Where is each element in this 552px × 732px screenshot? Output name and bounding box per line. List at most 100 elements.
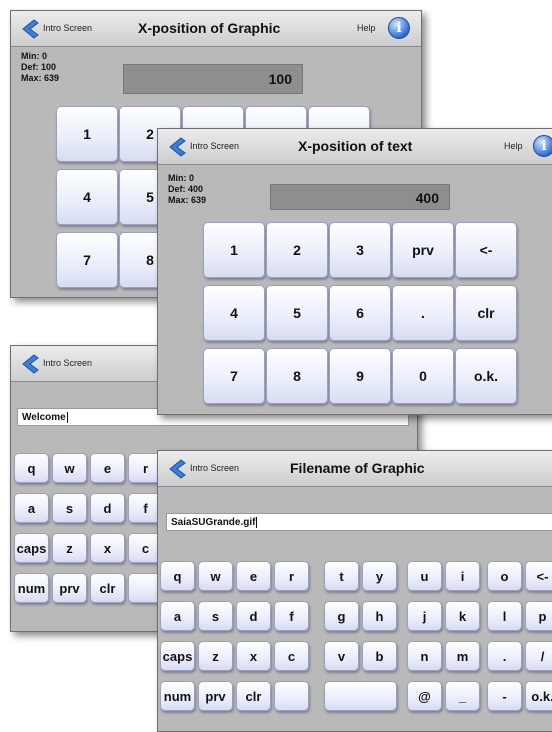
- value-display: 400: [270, 184, 450, 210]
- key-a[interactable]: a: [160, 601, 195, 631]
- key-minus[interactable]: -: [487, 681, 522, 711]
- key-x[interactable]: x: [90, 533, 125, 563]
- key-l[interactable]: l: [487, 601, 522, 631]
- page-title: X-position of text: [298, 138, 413, 154]
- key-f[interactable]: f: [274, 601, 309, 631]
- key-e[interactable]: e: [90, 453, 125, 483]
- key-1[interactable]: 1: [203, 222, 265, 278]
- key-prv[interactable]: prv: [392, 222, 454, 278]
- key-z[interactable]: z: [198, 641, 233, 671]
- text-caret: [256, 516, 258, 528]
- key-caps[interactable]: caps: [160, 641, 195, 671]
- key-9[interactable]: 9: [329, 348, 391, 404]
- window-x-position-text: Intro Screen X-position of text Help i M…: [157, 128, 552, 415]
- key-underscore[interactable]: _: [445, 681, 480, 711]
- key-w[interactable]: w: [198, 561, 233, 591]
- back-arrow-icon[interactable]: [166, 459, 188, 479]
- help-label[interactable]: Help: [504, 141, 523, 151]
- key-z[interactable]: z: [52, 533, 87, 563]
- key-blank[interactable]: [274, 681, 309, 711]
- key-5[interactable]: 5: [266, 285, 328, 341]
- key-s[interactable]: s: [52, 493, 87, 523]
- window-filename-graphic: Intro Screen Filename of Graphic SaiaSUG…: [157, 450, 552, 732]
- back-arrow-icon[interactable]: [19, 354, 41, 374]
- key-q[interactable]: q: [14, 453, 49, 483]
- key-s[interactable]: s: [198, 601, 233, 631]
- key-t[interactable]: t: [324, 561, 359, 591]
- key-b[interactable]: b: [362, 641, 397, 671]
- key-prv[interactable]: prv: [198, 681, 233, 711]
- key-7[interactable]: 7: [56, 232, 118, 288]
- key-dot[interactable]: .: [392, 285, 454, 341]
- def-label: Def: 100: [21, 62, 57, 72]
- key-ok[interactable]: o.k.: [525, 681, 552, 711]
- key-n[interactable]: n: [407, 641, 442, 671]
- key-8[interactable]: 8: [266, 348, 328, 404]
- key-g[interactable]: g: [324, 601, 359, 631]
- info-icon[interactable]: i: [388, 17, 410, 39]
- key-slash[interactable]: /: [525, 641, 552, 671]
- key-a[interactable]: a: [14, 493, 49, 523]
- key-caps[interactable]: caps: [14, 533, 49, 563]
- def-label: Def: 400: [168, 184, 204, 194]
- key-6[interactable]: 6: [329, 285, 391, 341]
- key-k[interactable]: k: [445, 601, 480, 631]
- key-c[interactable]: c: [274, 641, 309, 671]
- key-at[interactable]: @: [407, 681, 442, 711]
- key-d[interactable]: d: [236, 601, 271, 631]
- key-4[interactable]: 4: [56, 169, 118, 225]
- key-e[interactable]: e: [236, 561, 271, 591]
- back-arrow-icon[interactable]: [19, 19, 41, 39]
- text-input-value: Welcome: [22, 412, 66, 423]
- key-backspace[interactable]: <-: [455, 222, 517, 278]
- key-2[interactable]: 2: [266, 222, 328, 278]
- key-dot[interactable]: .: [487, 641, 522, 671]
- header-bar: Intro Screen X-position of text Help i: [158, 129, 552, 165]
- key-4[interactable]: 4: [203, 285, 265, 341]
- back-button-label[interactable]: Intro Screen: [43, 358, 92, 368]
- max-label: Max: 639: [168, 195, 207, 205]
- key-m[interactable]: m: [445, 641, 480, 671]
- key-p[interactable]: p: [525, 601, 552, 631]
- key-1[interactable]: 1: [56, 106, 118, 162]
- key-o[interactable]: o: [487, 561, 522, 591]
- filename-input[interactable]: SaiaSUGrande.gif: [166, 513, 552, 531]
- range-info: Min: 0 Def: 100 Max: 639: [21, 51, 59, 84]
- header-bar: Intro Screen X-position of Graphic Help …: [11, 11, 421, 47]
- key-j[interactable]: j: [407, 601, 442, 631]
- value-display: 100: [123, 64, 303, 94]
- key-w[interactable]: w: [52, 453, 87, 483]
- info-icon[interactable]: i: [533, 135, 552, 157]
- range-info: Min: 0 Def: 400 Max: 639: [168, 173, 206, 206]
- key-7[interactable]: 7: [203, 348, 265, 404]
- key-ok[interactable]: o.k.: [455, 348, 517, 404]
- key-i[interactable]: i: [445, 561, 480, 591]
- key-prv[interactable]: prv: [52, 573, 87, 603]
- key-d[interactable]: d: [90, 493, 125, 523]
- key-num[interactable]: num: [14, 573, 49, 603]
- key-3[interactable]: 3: [329, 222, 391, 278]
- key-v[interactable]: v: [324, 641, 359, 671]
- key-y[interactable]: y: [362, 561, 397, 591]
- help-label[interactable]: Help: [357, 23, 376, 33]
- key-0[interactable]: 0: [392, 348, 454, 404]
- key-h[interactable]: h: [362, 601, 397, 631]
- key-clr[interactable]: clr: [90, 573, 125, 603]
- key-r[interactable]: r: [274, 561, 309, 591]
- back-button-label[interactable]: Intro Screen: [190, 463, 239, 473]
- header-bar: Intro Screen Filename of Graphic: [158, 451, 552, 487]
- text-caret: [66, 411, 68, 423]
- key-u[interactable]: u: [407, 561, 442, 591]
- key-x[interactable]: x: [236, 641, 271, 671]
- key-q[interactable]: q: [160, 561, 195, 591]
- back-button-label[interactable]: Intro Screen: [43, 23, 92, 33]
- key-backspace[interactable]: <-: [525, 561, 552, 591]
- back-arrow-icon[interactable]: [166, 137, 188, 157]
- back-button-label[interactable]: Intro Screen: [190, 141, 239, 151]
- key-clr[interactable]: clr: [455, 285, 517, 341]
- min-label: Min: 0: [21, 51, 47, 61]
- key-space[interactable]: [324, 681, 397, 711]
- key-num[interactable]: num: [160, 681, 195, 711]
- key-clr[interactable]: clr: [236, 681, 271, 711]
- max-label: Max: 639: [21, 73, 60, 83]
